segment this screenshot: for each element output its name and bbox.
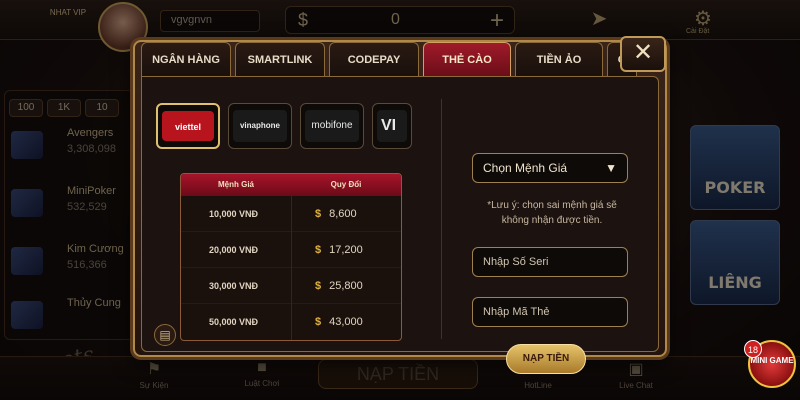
denomination-select-value: Chọn Mệnh Giá: [483, 161, 568, 175]
exchange-rate-table: Mệnh Giá Quy Đổi 10,000 VNĐ $8,600 20,00…: [180, 173, 402, 341]
tab-scratch-card[interactable]: THẺ CÀO: [423, 42, 511, 76]
age-badge: 18: [744, 340, 762, 358]
header-denomination: Mệnh Giá: [217, 180, 254, 189]
converted-cell: $25,800: [295, 280, 401, 292]
tab-smartlink[interactable]: SMARTLINK: [235, 42, 325, 76]
dollar-icon: $: [315, 243, 322, 256]
table-header: Mệnh Giá Quy Đổi: [181, 174, 401, 196]
scratch-card-panel: viettel vinaphone mobifone VI Mệnh Giá Q…: [141, 76, 659, 374]
close-button[interactable]: ✕: [620, 36, 666, 72]
column-divider: [291, 196, 292, 340]
serial-input[interactable]: [472, 247, 628, 277]
vinaphone-logo: vinaphone: [233, 110, 287, 142]
dollar-icon: $: [315, 316, 322, 328]
carrier-viettel[interactable]: viettel: [156, 103, 220, 149]
vietnamobile-logo: VI: [377, 110, 407, 142]
denomination-cell: 50,000 VNĐ: [209, 317, 259, 327]
panel-divider: [441, 99, 442, 339]
mobifone-logo: mobifone: [305, 110, 359, 142]
payment-tabs: NGÂN HÀNG SMARTLINK CODEPAY THẺ CÀO TIỀN…: [141, 42, 637, 76]
tab-codepay[interactable]: CODEPAY: [329, 42, 419, 76]
submit-deposit-button[interactable]: NẠP TIỀN: [506, 344, 586, 374]
carrier-vinaphone[interactable]: vinaphone: [228, 103, 292, 149]
converted-value: 25,800: [329, 279, 363, 292]
denomination-cell: 30,000 VNĐ: [209, 280, 259, 291]
denomination-cell: 20,000 VNĐ: [209, 244, 259, 255]
chevron-down-icon: ▼: [605, 161, 617, 175]
tab-bank[interactable]: NGÂN HÀNG: [141, 42, 231, 76]
converted-cell: $43,000: [295, 316, 401, 328]
dollar-icon: $: [315, 207, 322, 220]
deposit-modal: NGÂN HÀNG SMARTLINK CODEPAY THẺ CÀO TIỀN…: [133, 36, 667, 374]
header-converted: Quy Đổi: [330, 180, 362, 189]
warning-note: *Lưu ý: chọn sai mệnh giá sẽ không nhận …: [487, 200, 617, 226]
card-pin-input[interactable]: [472, 297, 628, 327]
converted-value: 17,200: [329, 243, 363, 256]
carrier-mobifone[interactable]: mobifone: [300, 103, 364, 149]
carrier-vietnamobile[interactable]: VI: [372, 103, 412, 149]
tab-crypto[interactable]: TIỀN ẢO: [515, 42, 603, 76]
denomination-select[interactable]: Chọn Mệnh Giá ▼: [472, 153, 628, 183]
denomination-cell: 10,000 VNĐ: [209, 208, 259, 219]
viettel-logo: viettel: [162, 111, 214, 141]
converted-cell: $8,600: [295, 208, 401, 220]
dollar-icon: $: [315, 279, 322, 292]
carrier-list: viettel vinaphone mobifone VI: [156, 103, 412, 149]
converted-value: 8,600: [329, 207, 357, 220]
converted-cell: $17,200: [295, 244, 401, 256]
converted-value: 43,000: [329, 316, 363, 328]
scroll-icon[interactable]: ▤: [154, 324, 176, 346]
